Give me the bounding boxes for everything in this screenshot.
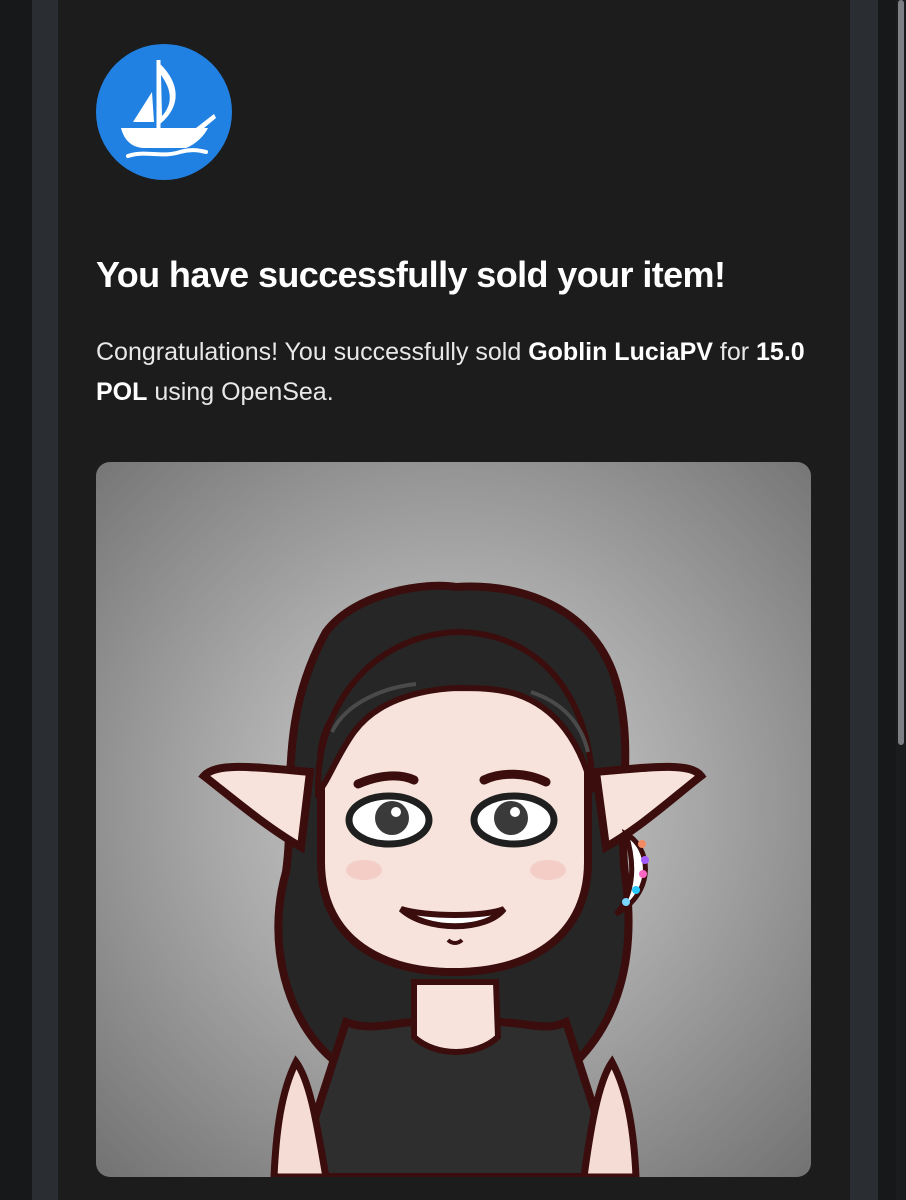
message-outro: using OpenSea.	[147, 378, 334, 406]
item-name[interactable]: Goblin LuciaPV	[528, 338, 713, 366]
sale-message: Congratulations! You successfully sold G…	[96, 332, 816, 412]
scrollbar-thumb[interactable]	[898, 0, 904, 745]
opensea-logo-icon	[96, 44, 232, 180]
goblin-avatar-illustration	[198, 581, 707, 1177]
email-headline: You have successfully sold your item!	[96, 254, 726, 295]
message-intro: Congratulations! You successfully sold	[96, 338, 529, 366]
message-connector: for	[712, 338, 757, 366]
nft-image[interactable]	[96, 462, 811, 1177]
email-viewport: You have successfully sold your item! Co…	[0, 0, 906, 1200]
